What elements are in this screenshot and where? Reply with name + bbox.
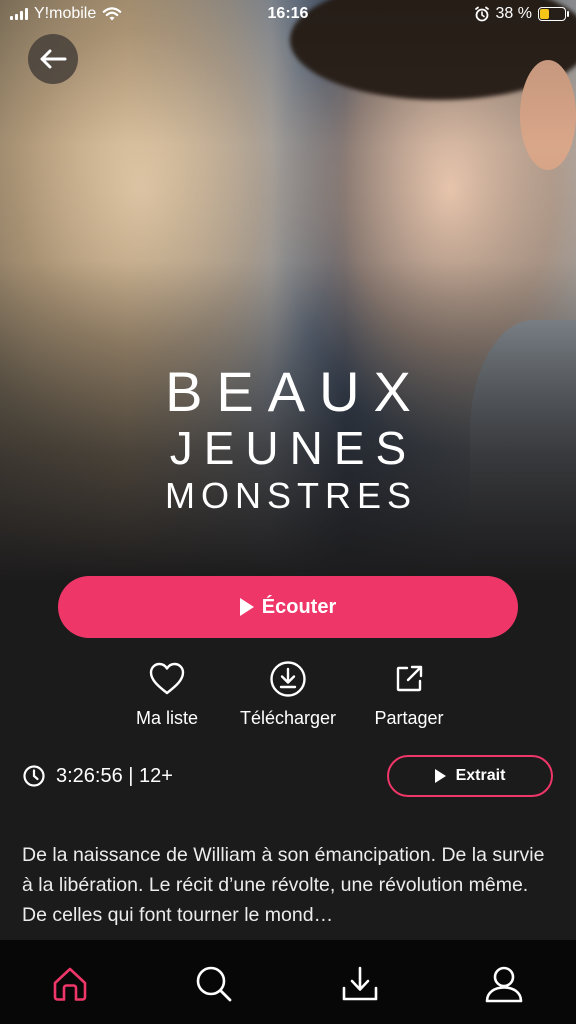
listen-button-label: Écouter (261, 595, 337, 618)
cover-title-line-1: BEAUX (165, 360, 425, 423)
alarm-icon (474, 6, 489, 22)
share-icon (396, 665, 423, 692)
cover-title-line-3: MONSTRES (164, 475, 417, 516)
download-circle-icon (270, 661, 306, 697)
play-icon (239, 598, 254, 616)
duration-rating-text: 3:26:56 | 12+ (56, 764, 173, 787)
heart-icon (149, 662, 185, 695)
action-row: Ma liste Télécharger Partager (0, 656, 576, 736)
duration-rating: 3:26:56 | 12+ (22, 764, 173, 788)
download-button[interactable]: Télécharger (223, 656, 353, 729)
cover-title: BEAUX JEUNES MONSTRES (0, 362, 576, 518)
download-label: Télécharger (239, 708, 337, 728)
profile-icon (485, 966, 523, 1003)
battery-percent: 38 % (495, 5, 532, 22)
play-icon (434, 769, 446, 783)
battery-icon (538, 7, 569, 21)
extract-label: Extrait (455, 767, 506, 784)
download-icon (342, 966, 378, 1001)
search-icon (196, 966, 232, 1002)
arrow-left-icon (40, 49, 67, 69)
home-icon (53, 967, 87, 1001)
my-list-button[interactable]: Ma liste (102, 656, 232, 729)
share-label: Partager (374, 708, 444, 728)
cover-title-line-2: JEUNES (169, 422, 418, 474)
share-button[interactable]: Partager (344, 656, 474, 729)
tab-home[interactable] (46, 960, 94, 1008)
status-bar: Y!mobile 16:16 38 % (0, 0, 576, 30)
tab-downloads[interactable] (336, 960, 384, 1008)
status-right: 38 % (474, 5, 569, 23)
description: De la naissance de William à son émancip… (22, 844, 545, 926)
extract-button[interactable]: Extrait (387, 755, 553, 797)
tab-search[interactable] (190, 960, 238, 1008)
my-list-label: Ma liste (135, 708, 198, 728)
battery-fill (540, 9, 550, 19)
tab-bar (0, 940, 576, 1024)
listen-button[interactable]: Écouter (58, 576, 518, 638)
clock-icon (23, 765, 45, 787)
tab-profile[interactable] (480, 960, 528, 1008)
back-button[interactable] (28, 34, 78, 84)
